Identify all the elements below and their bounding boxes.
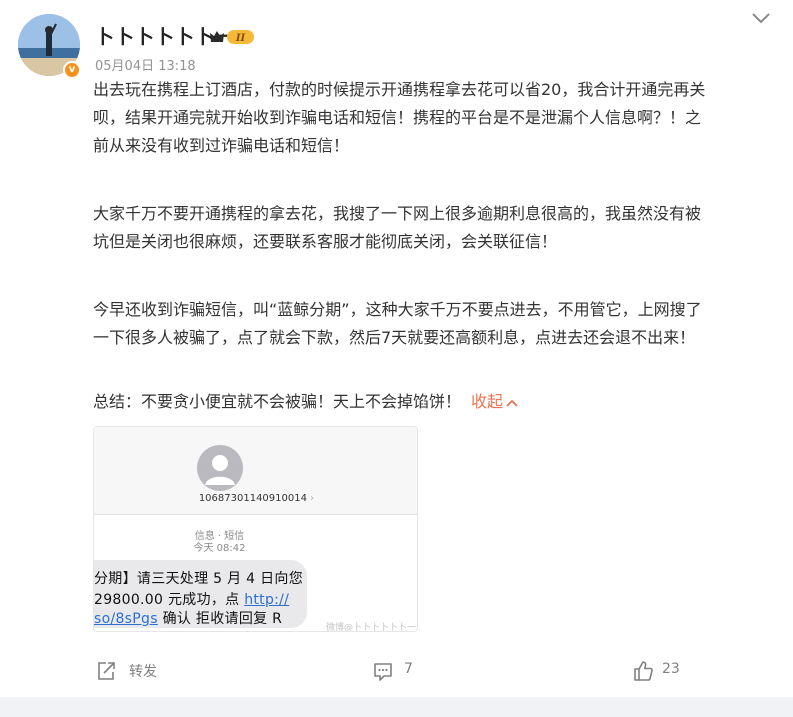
- comment-icon: [374, 663, 392, 681]
- post-line: 出去玩在携程上订酒店，付款的时候提示开通携程拿去花可以省20，我合计开通完再关: [93, 80, 706, 99]
- post-content: 出去玩在携程上订酒店，付款的时候提示开通携程拿去花可以省20，我合计开通完再关 …: [93, 76, 773, 416]
- collapse-button[interactable]: 收起: [471, 392, 519, 411]
- post-line: 坑但是关闭也很麻烦，还要联系客服才能彻底关闭，会关联征信！: [93, 232, 558, 251]
- post-time[interactable]: 05月04日 13:18: [95, 55, 196, 74]
- feed-divider: [0, 697, 793, 717]
- like-button[interactable]: 23: [630, 650, 690, 694]
- post-line: 呗，结果开通完就开始收到诈骗电话和短信！携程的平台是不是泄漏个人信息啊？！之: [93, 108, 702, 127]
- post-line: 大家千万不要开通携程的拿去花，我搜了一下网上很多逾期利息很高的，我虽然没有被: [93, 204, 702, 223]
- comment-count: 7: [404, 661, 413, 677]
- post-image[interactable]: 10687301140910014 › 信息 · 短信 今天 08:42 分期】…: [93, 426, 418, 632]
- sms-header: 10687301140910014 ›: [94, 427, 417, 515]
- sms-link: so/8sPgs: [94, 611, 158, 627]
- sms-line: so/8sPgs 确认 拒收请回复 R: [94, 608, 282, 628]
- comment-button[interactable]: 7: [370, 650, 430, 694]
- sms-text: 确认 拒收请回复 R: [157, 611, 283, 627]
- badge-level-text: II: [235, 33, 246, 44]
- like-count: 23: [662, 661, 680, 677]
- sms-bubble: 分期】请三天处理 5 月 4 日向您 29800.00 元成功，点 http:/…: [94, 560, 307, 628]
- post-summary-text: 总结：不要贪小便宜就不会被骗！天上不会掉馅饼！: [93, 392, 462, 411]
- vip-level-badge-icon[interactable]: II: [208, 28, 256, 46]
- sms-number-text: 10687301140910014: [198, 493, 307, 504]
- chevron-up-icon: [506, 399, 518, 407]
- sms-line: 分期】请三天处理 5 月 4 日向您: [94, 571, 304, 587]
- action-bar: 转发 7 23: [0, 650, 793, 694]
- post-summary-line: 总结：不要贪小便宜就不会被骗！天上不会掉馅饼！ 收起: [93, 388, 773, 416]
- sms-line: 29800.00 元成功，点 http://: [94, 589, 289, 609]
- sms-timestamp: 今天 08:42: [193, 543, 246, 554]
- collapse-label: 收起: [471, 392, 504, 411]
- post-line: 一下很多人被骗了，点了就会下款，然后7天就要还高额利息，点进去还会退不出来！: [93, 328, 696, 347]
- verified-badge-icon: v: [63, 61, 81, 79]
- post-line: 今早还收到诈骗短信，叫“蓝鲸分期”，这种大家千万不要点进去，不用管它，上网搜了: [93, 300, 702, 319]
- contact-avatar-icon: [197, 445, 243, 491]
- post-line: 前从来没有收到过诈骗电话和短信！: [93, 136, 350, 155]
- repost-button[interactable]: 转发: [92, 650, 172, 694]
- thumbs-up-icon: [634, 661, 653, 681]
- sms-text: 29800.00 元成功，点: [94, 592, 245, 608]
- repost-label: 转发: [129, 664, 157, 680]
- sms-link: http://: [244, 592, 290, 608]
- sms-sender-number: 10687301140910014 ›: [198, 493, 315, 504]
- chevron-down-icon[interactable]: [749, 8, 773, 28]
- image-watermark: 微博@卜卜卜卜卜卜一: [326, 623, 417, 632]
- repost-icon: [98, 662, 115, 680]
